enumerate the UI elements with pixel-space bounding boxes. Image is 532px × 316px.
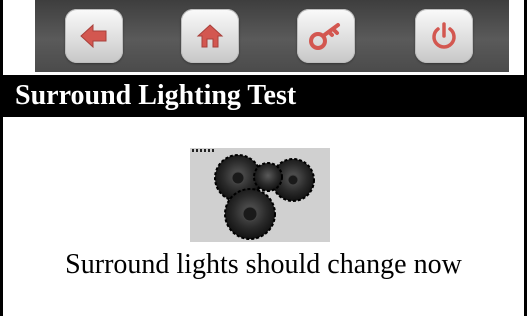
toolbar — [35, 0, 509, 72]
image-caption-dots — [192, 149, 216, 152]
screen-frame: Surround Lighting Test Surround lights s… — [0, 0, 527, 316]
fans-image — [190, 148, 330, 242]
power-button[interactable] — [415, 9, 473, 63]
key-icon — [309, 23, 340, 50]
key-button[interactable] — [297, 9, 355, 63]
status-message: Surround lights should change now — [65, 249, 462, 280]
arrow-left-icon — [80, 23, 107, 49]
power-icon — [432, 22, 456, 49]
home-icon — [196, 24, 224, 48]
back-button[interactable] — [65, 9, 123, 63]
home-button[interactable] — [181, 9, 239, 63]
fans-illustration — [214, 154, 315, 240]
page-title: Surround Lighting Test — [3, 75, 524, 117]
